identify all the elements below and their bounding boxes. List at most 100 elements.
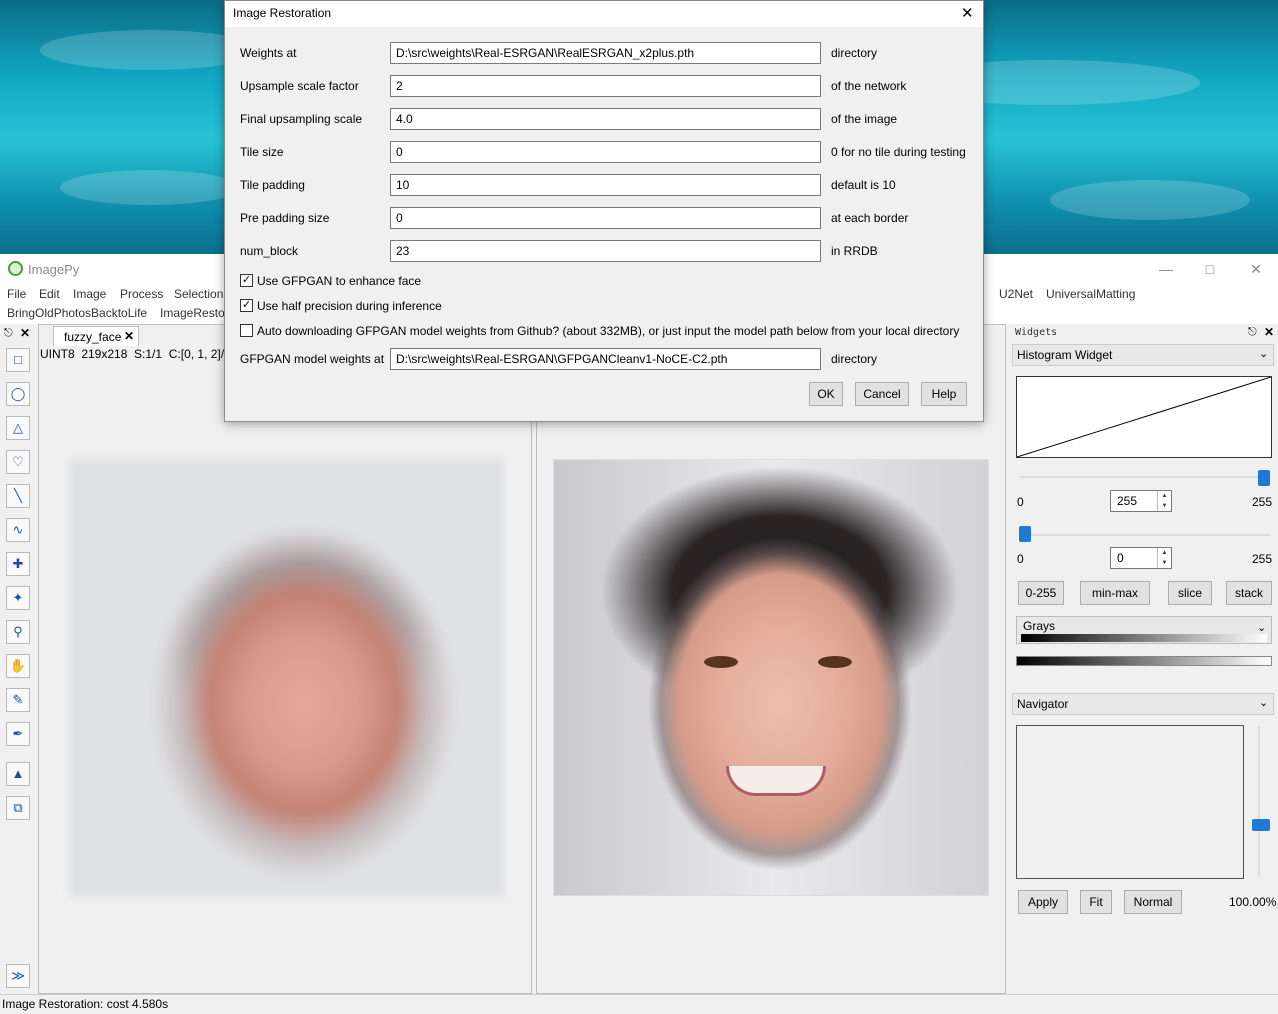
tile-padding-unit: default is 10 bbox=[831, 178, 896, 192]
num-block-input[interactable]: 23 bbox=[390, 240, 821, 262]
crop-tool-icon[interactable]: ⧉ bbox=[6, 796, 30, 820]
colormap-select[interactable]: Grays ⌄ bbox=[1016, 616, 1272, 644]
app-logo-icon bbox=[8, 261, 23, 276]
histogram-canvas bbox=[1016, 376, 1272, 458]
image-restoration-dialog: Image Restoration ✕ Weights at D:\src\we… bbox=[224, 0, 984, 422]
gfpgan-model-label: GFPGAN model weights at bbox=[240, 352, 385, 366]
close-window-button[interactable]: ✕ bbox=[1246, 259, 1266, 279]
menu-selection[interactable]: Selection bbox=[174, 287, 223, 301]
rectangle-tool-icon[interactable]: □ bbox=[6, 348, 30, 372]
menu-edit[interactable]: Edit bbox=[39, 287, 60, 301]
auto-download-checkbox[interactable]: Auto downloading GFPGAN model weights fr… bbox=[240, 323, 959, 338]
line-tool-icon[interactable]: ╲ bbox=[6, 484, 30, 508]
pre-padding-input[interactable]: 0 bbox=[390, 207, 821, 229]
lower-slider-handle[interactable] bbox=[1019, 526, 1031, 542]
range-0-255-button[interactable]: 0-255 bbox=[1018, 581, 1064, 605]
apply-button[interactable]: Apply bbox=[1018, 890, 1068, 914]
zoom-level: 100.00% bbox=[1229, 895, 1277, 909]
statusbar: Image Restoration: cost 4.580s bbox=[0, 994, 1278, 1014]
half-precision-label: Use half precision during inference bbox=[257, 298, 442, 313]
toolbar: □ ◯ △ ♡ ╲ ∿ ✚ ✦ ⚲ ✋ ✎ ✒ ▲ ⧉ ≫ bbox=[2, 346, 32, 998]
widgets-pin-icon[interactable]: ⎋ bbox=[1248, 326, 1257, 339]
minimize-button[interactable]: — bbox=[1156, 259, 1176, 279]
upper-slider-track[interactable] bbox=[1020, 476, 1270, 478]
image-tab[interactable]: fuzzy_face ✕ bbox=[53, 326, 139, 346]
maximize-button[interactable]: □ bbox=[1200, 259, 1220, 279]
color-picker-tool-icon[interactable]: ✒ bbox=[6, 722, 30, 746]
image-info: UINT8 219x218 S:1/1 C:[0, 1, 2]/3 bbox=[40, 347, 231, 361]
menu-universalmatting[interactable]: UniversalMatting bbox=[1046, 287, 1135, 301]
dialog-titlebar: Image Restoration ✕ bbox=[225, 1, 983, 27]
blurry-face-image[interactable] bbox=[69, 459, 504, 896]
face-right-eye bbox=[818, 656, 852, 668]
half-precision-checkbox[interactable]: ✓ Use half precision during inference bbox=[240, 298, 442, 313]
toolbar-pin-icon[interactable]: ⎋ bbox=[4, 327, 13, 340]
upsample-scale-unit: of the network bbox=[831, 79, 907, 93]
slice-button[interactable]: slice bbox=[1168, 581, 1212, 605]
ok-button[interactable]: OK bbox=[809, 382, 843, 406]
navigator-header[interactable]: Navigator ⌄ bbox=[1012, 693, 1274, 715]
tile-size-unit: 0 for no tile during testing bbox=[831, 145, 966, 159]
help-button[interactable]: Help bbox=[921, 382, 967, 406]
more-tools-icon[interactable]: ≫ bbox=[6, 964, 30, 988]
hand-tool-icon[interactable]: ✋ bbox=[6, 654, 30, 678]
zoom-tool-icon[interactable]: ⚲ bbox=[6, 620, 30, 644]
lower-min-label: 0 bbox=[1017, 552, 1024, 566]
lower-max-label: 255 bbox=[1252, 552, 1273, 566]
colormap-preview bbox=[1021, 634, 1267, 642]
normal-button[interactable]: Normal bbox=[1124, 890, 1182, 914]
magic-wand-tool-icon[interactable]: ✦ bbox=[6, 586, 30, 610]
menu-image[interactable]: Image bbox=[73, 287, 106, 301]
menu-file[interactable]: File bbox=[7, 287, 26, 301]
menu-imagerestoration[interactable]: ImageRestor bbox=[160, 306, 229, 320]
fit-button[interactable]: Fit bbox=[1080, 890, 1112, 914]
face-left-eye bbox=[704, 656, 738, 668]
menu-u2net[interactable]: U2Net bbox=[999, 287, 1033, 301]
chevron-down-icon: ⌄ bbox=[1259, 697, 1269, 709]
tab-close-icon[interactable]: ✕ bbox=[124, 329, 134, 343]
dialog-close-button[interactable]: ✕ bbox=[961, 4, 974, 22]
num-block-label: num_block bbox=[240, 244, 299, 258]
weights-label: Weights at bbox=[240, 46, 297, 60]
histogram-title: Histogram Widget bbox=[1017, 348, 1113, 362]
checkbox-unchecked-icon bbox=[240, 324, 253, 338]
image-panel-left: fuzzy_face ✕ UINT8 219x218 S:1/1 C:[0, 1… bbox=[38, 324, 532, 994]
final-scale-input[interactable]: 4.0 bbox=[390, 108, 821, 130]
cancel-button[interactable]: Cancel bbox=[855, 382, 909, 406]
menu-bringoldphotos[interactable]: BringOldPhotosBacktoLife bbox=[7, 306, 147, 320]
polyline-tool-icon[interactable]: ∿ bbox=[6, 518, 30, 542]
navigator-zoom-track[interactable] bbox=[1258, 726, 1260, 876]
ellipse-tool-icon[interactable]: ◯ bbox=[6, 382, 30, 406]
weights-path-input[interactable]: D:\src\weights\Real-ESRGAN\RealESRGAN_x2… bbox=[390, 42, 821, 64]
gfpgan-model-input[interactable]: D:\src\weights\Real-ESRGAN\GFPGANCleanv1… bbox=[390, 348, 821, 370]
min-max-button[interactable]: min-max bbox=[1080, 581, 1150, 605]
tile-padding-input[interactable]: 10 bbox=[390, 174, 821, 196]
pencil-tool-icon[interactable]: ✎ bbox=[6, 688, 30, 712]
menu-process[interactable]: Process bbox=[120, 287, 163, 301]
num-block-unit: in RRDB bbox=[831, 244, 878, 258]
eraser-tool-icon[interactable]: ▲ bbox=[6, 762, 30, 786]
colormap-gradient-bar bbox=[1016, 656, 1272, 666]
use-gfpgan-checkbox[interactable]: ✓ Use GFPGAN to enhance face bbox=[240, 273, 421, 288]
stack-button[interactable]: stack bbox=[1226, 581, 1272, 605]
checkbox-checked-icon: ✓ bbox=[240, 274, 253, 288]
upsample-scale-input[interactable]: 2 bbox=[390, 75, 821, 97]
image-panel-right bbox=[536, 324, 1006, 994]
point-tool-icon[interactable]: ✚ bbox=[6, 552, 30, 576]
toolbar-close-icon[interactable]: ✕ bbox=[20, 326, 30, 340]
tile-size-input[interactable]: 0 bbox=[390, 141, 821, 163]
lower-slider-track[interactable] bbox=[1020, 534, 1270, 536]
histogram-header[interactable]: Histogram Widget ⌄ bbox=[1012, 344, 1274, 366]
polygon-tool-icon[interactable]: △ bbox=[6, 416, 30, 440]
freehand-tool-icon[interactable]: ♡ bbox=[6, 450, 30, 474]
tile-padding-label: Tile padding bbox=[240, 178, 305, 192]
widgets-close-icon[interactable]: ✕ bbox=[1264, 325, 1274, 339]
lower-value-spinner[interactable]: 0 ▲ ▼ bbox=[1110, 547, 1172, 569]
restored-face-image[interactable] bbox=[553, 459, 989, 896]
upper-slider-handle[interactable] bbox=[1258, 470, 1270, 486]
upper-value-spinner[interactable]: 255 ▲ ▼ bbox=[1110, 490, 1172, 512]
navigator-zoom-handle[interactable] bbox=[1252, 819, 1270, 831]
image-tab-label: fuzzy_face bbox=[64, 330, 122, 344]
pre-padding-label: Pre padding size bbox=[240, 211, 330, 225]
upper-min-label: 0 bbox=[1017, 495, 1024, 509]
